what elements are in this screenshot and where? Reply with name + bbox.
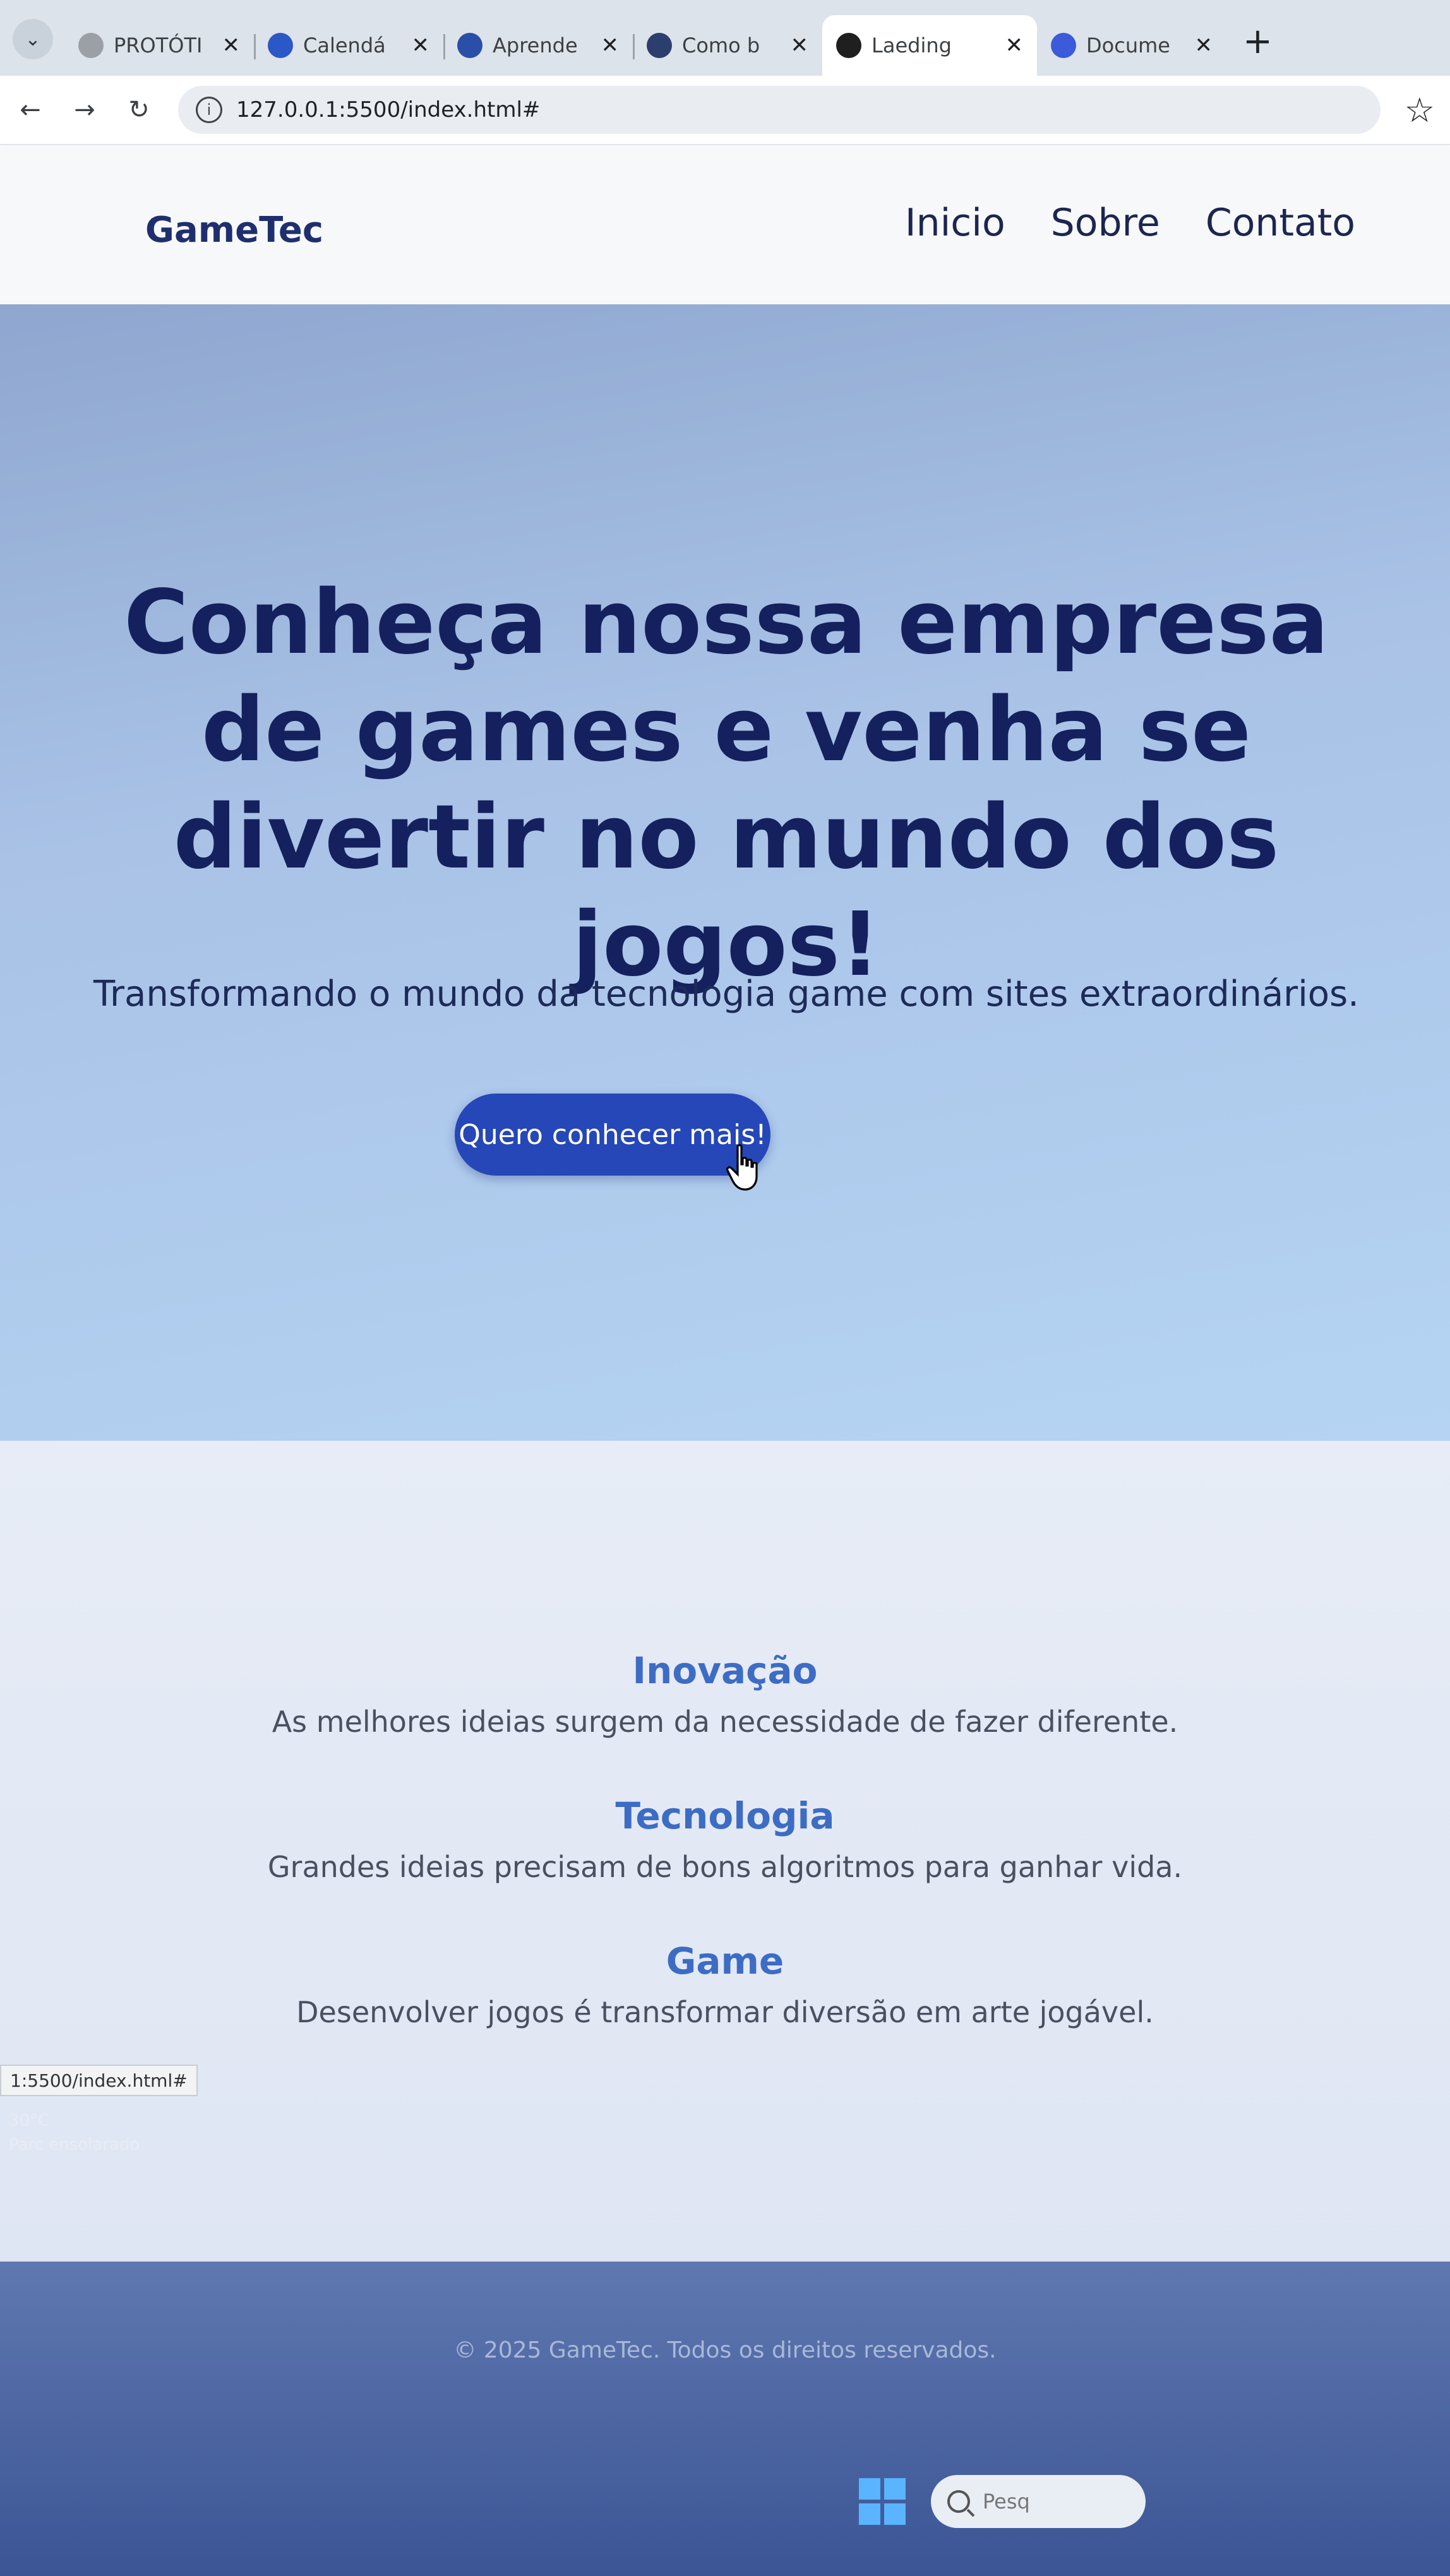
forward-arrow-icon[interactable]: → xyxy=(69,95,100,124)
footer-copyright: © 2025 GameTec. Todos os direitos reserv… xyxy=(453,2337,997,2363)
weather-widget[interactable]: 30°C Parc ensolarado xyxy=(9,2109,140,2157)
nav-link-contato[interactable]: Contato xyxy=(1206,201,1355,245)
hero-section: Conheça nossa empresa de games e venha s… xyxy=(0,304,1450,1441)
status-bubble-url: 1:5500/index.html# xyxy=(0,2065,198,2096)
screen: ⌄ PROTÓTI ✕ Calendá ✕ Aprende ✕ Como b ✕ Laeding… xyxy=(0,0,1450,2576)
browser-tab-strip: ⌄ PROTÓTI ✕ Calendá ✕ Aprende ✕ Como b ✕ Laeding… xyxy=(0,0,1450,76)
hand-pointer-icon xyxy=(726,1144,758,1191)
address-bar[interactable]: i 127.0.0.1:5500/index.html# xyxy=(178,86,1381,134)
browser-tab[interactable]: PROTÓTI ✕ xyxy=(64,15,254,76)
site-logo[interactable]: GameTec xyxy=(145,210,323,251)
site-info-icon[interactable]: i xyxy=(196,97,222,123)
docs-icon xyxy=(1051,33,1076,58)
feature-title: Inovação xyxy=(632,1649,818,1692)
feature-title: Tecnologia xyxy=(615,1794,835,1837)
feature-item: Tecnologia Grandes ideias precisam de bo… xyxy=(0,1794,1450,1884)
close-icon[interactable]: ✕ xyxy=(601,33,620,58)
close-icon[interactable]: ✕ xyxy=(1005,33,1024,58)
reload-icon[interactable]: ↻ xyxy=(124,95,154,124)
feature-title: Game xyxy=(666,1940,784,1983)
taskbar-search-box[interactable]: Pesq xyxy=(931,2475,1146,2528)
taskbar: Pesq xyxy=(859,2475,1146,2528)
globe-icon xyxy=(457,33,482,58)
main-nav: Inicio Sobre Contato xyxy=(905,201,1355,245)
hero-title: Conheça nossa empresa de games e venha s… xyxy=(124,571,1329,996)
browser-toolbar: ← → ↻ i 127.0.0.1:5500/index.html# ☆ xyxy=(0,76,1450,145)
taskbar-search-placeholder: Pesq xyxy=(983,2490,1030,2513)
calendar-icon xyxy=(268,33,293,58)
windows-start-icon[interactable] xyxy=(859,2478,906,2525)
cta-button[interactable]: Quero conhecer mais! xyxy=(455,1094,770,1176)
feature-item: Game Desenvolver jogos é transformar div… xyxy=(0,1940,1450,2029)
globe-icon xyxy=(836,33,861,58)
feature-item: Inovação As melhores ideias surgem da ne… xyxy=(0,1649,1450,1739)
feature-description: Grandes ideias precisam de bons algoritm… xyxy=(267,1850,1183,1884)
tab-list: PROTÓTI ✕ Calendá ✕ Aprende ✕ Como b ✕ Laeding ✕ D… xyxy=(64,15,1226,76)
feature-description: Desenvolver jogos é transformar diversão… xyxy=(296,1995,1154,2029)
nav-link-inicio[interactable]: Inicio xyxy=(905,201,1005,245)
weather-condition: Parc ensolarado xyxy=(9,2135,140,2154)
close-icon[interactable]: ✕ xyxy=(412,33,430,58)
tab-label: Calendá xyxy=(303,33,386,57)
close-icon[interactable]: ✕ xyxy=(222,33,241,58)
document-icon xyxy=(78,33,104,58)
new-tab-button[interactable]: + xyxy=(1243,21,1273,62)
back-arrow-icon[interactable]: ← xyxy=(15,95,45,124)
nav-link-sobre[interactable]: Sobre xyxy=(1051,201,1160,245)
browser-tab[interactable]: Aprende ✕ xyxy=(443,15,633,76)
tab-label: Aprende xyxy=(493,33,578,57)
hero-subtitle: Transformando o mundo da tecnologia game… xyxy=(93,974,1359,1015)
tab-search-button[interactable]: ⌄ xyxy=(13,19,53,59)
tab-label: PROTÓTI xyxy=(114,33,203,57)
search-icon xyxy=(947,2490,970,2513)
close-icon[interactable]: ✕ xyxy=(1195,33,1213,58)
chevron-down-icon: ⌄ xyxy=(25,28,41,51)
site-footer: © 2025 GameTec. Todos os direitos reserv… xyxy=(0,2262,1450,2576)
feature-description: As melhores ideias surgem da necessidade… xyxy=(272,1705,1178,1739)
bookmark-star-icon[interactable]: ☆ xyxy=(1405,90,1435,130)
browser-tab[interactable]: Calendá ✕ xyxy=(254,15,443,76)
address-url: 127.0.0.1:5500/index.html# xyxy=(236,97,541,122)
close-icon[interactable]: ✕ xyxy=(791,33,809,58)
globe-icon xyxy=(647,33,672,58)
browser-tab[interactable]: Docume ✕ xyxy=(1037,15,1226,76)
features-section: Inovação As melhores ideias surgem da ne… xyxy=(0,1441,1450,2262)
weather-temperature: 30°C xyxy=(9,2111,50,2130)
tab-label: Laeding xyxy=(872,33,952,57)
tab-label: Como b xyxy=(682,33,760,57)
browser-tab[interactable]: Como b ✕ xyxy=(633,15,822,76)
tab-label: Docume xyxy=(1086,33,1170,57)
site-header: GameTec Inicio Sobre Contato xyxy=(0,146,1450,304)
browser-tab[interactable]: Laeding ✕ xyxy=(822,15,1037,76)
